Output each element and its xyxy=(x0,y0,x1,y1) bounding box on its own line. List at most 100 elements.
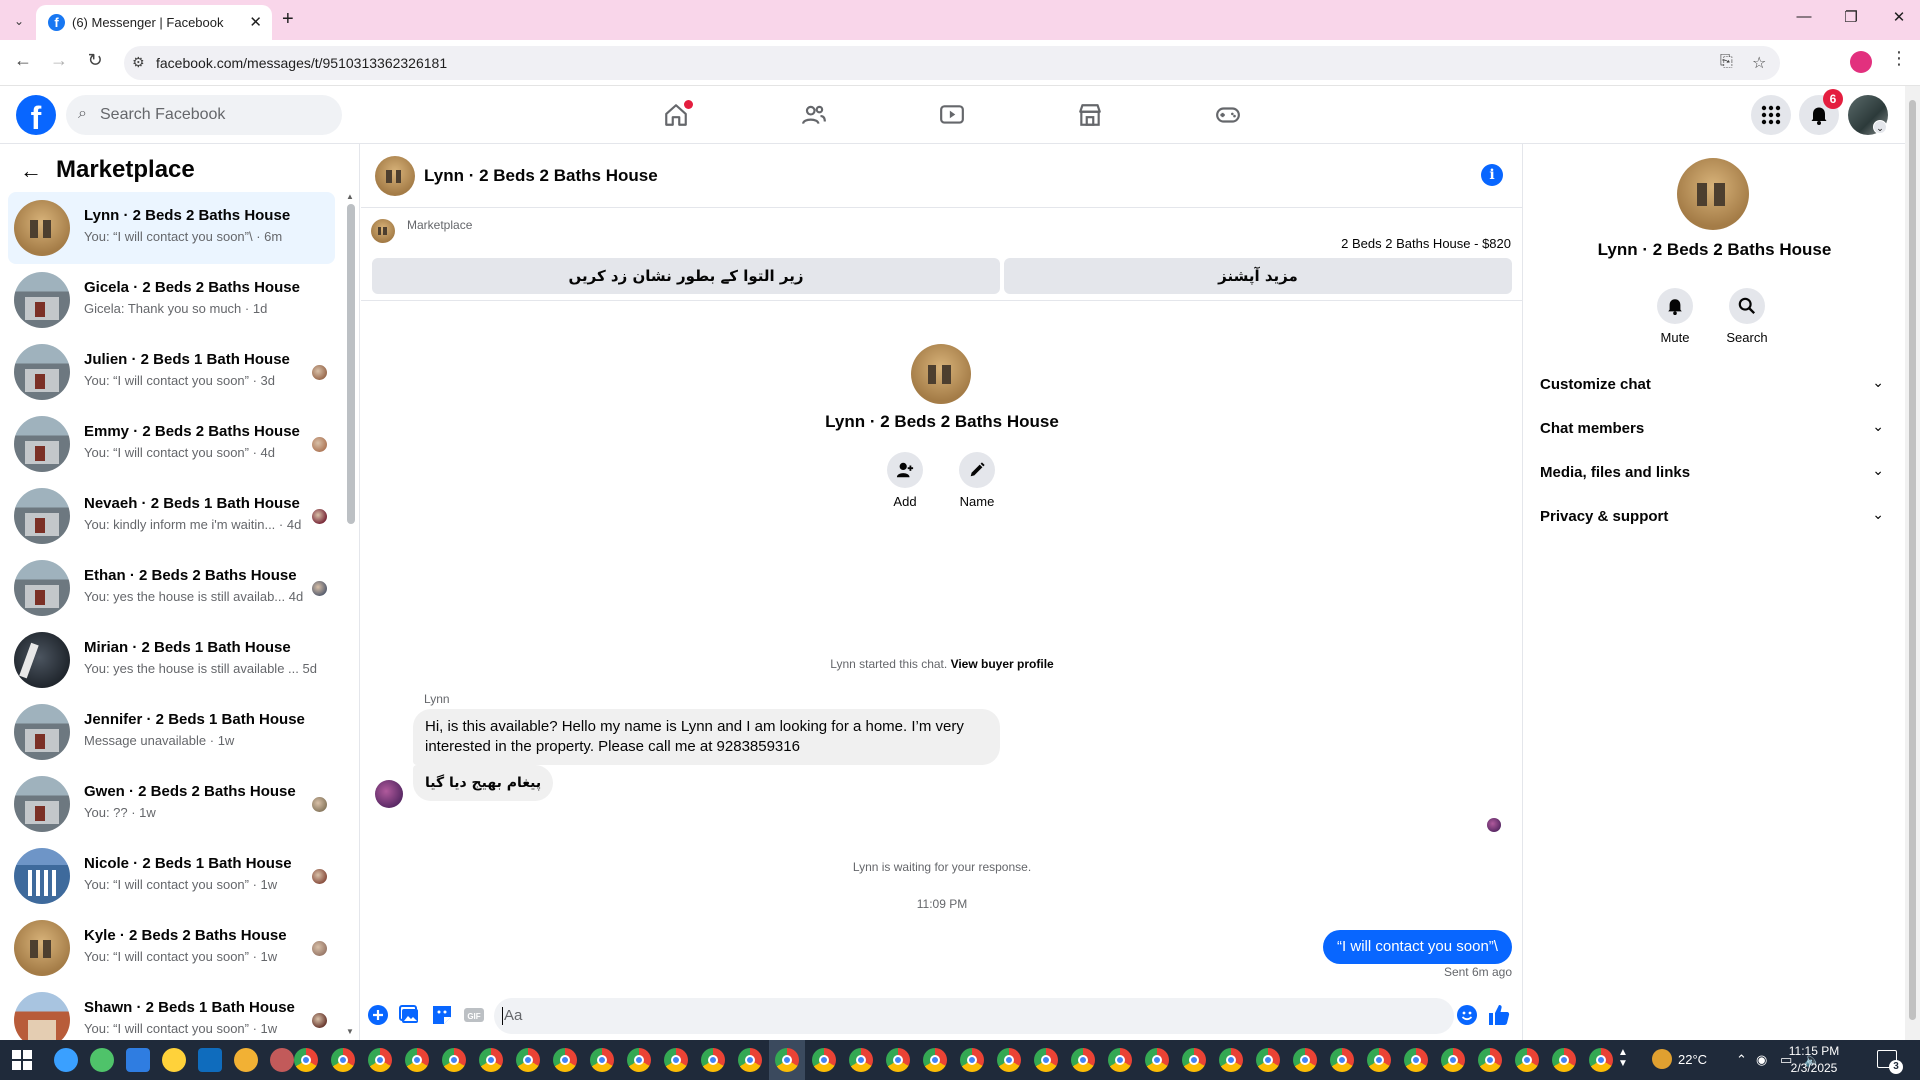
chrome-window-icon[interactable] xyxy=(405,1048,429,1072)
chat-header-avatar[interactable] xyxy=(375,156,415,196)
chrome-window-icon[interactable] xyxy=(1145,1048,1169,1072)
browser-profile-icon[interactable] xyxy=(1850,51,1872,73)
browser-tab-messenger[interactable]: f (6) Messenger | Facebook ✕ xyxy=(36,5,272,40)
conversation-item[interactable]: Kyle · 2 Beds 2 Baths House You: “I will … xyxy=(8,912,335,984)
page-scrollbar[interactable] xyxy=(1905,86,1920,1040)
chrome-window-icon[interactable] xyxy=(775,1048,799,1072)
media-files-links-section[interactable]: Media, files and links ⌄ xyxy=(1540,454,1890,490)
file-explorer-icon[interactable] xyxy=(198,1048,222,1072)
search-in-conversation-button[interactable]: Search xyxy=(1712,288,1782,345)
listing-title-price[interactable]: 2 Beds 2 Baths House - $820 xyxy=(1341,236,1511,251)
minimize-icon[interactable]: — xyxy=(1789,8,1819,25)
tab-search-chevron-icon[interactable]: ⌄ xyxy=(8,10,30,32)
bookmark-star-icon[interactable]: ☆ xyxy=(1752,53,1766,73)
store-icon[interactable] xyxy=(126,1048,150,1072)
conversation-item[interactable]: Julien · 2 Beds 1 Bath House You: “I will… xyxy=(8,336,335,408)
conversation-item[interactable]: Nevaeh · 2 Beds 1 Bath House You: kindly … xyxy=(8,480,335,552)
mark-as-pending-button[interactable]: زیر التوا کے بطور نشان زد کریں xyxy=(372,258,1000,294)
chrome-window-icon[interactable] xyxy=(553,1048,577,1072)
listing-thumbnail[interactable] xyxy=(371,219,395,243)
chrome-window-icon[interactable] xyxy=(664,1048,688,1072)
incoming-message[interactable]: پیغام بھیج دیا گیا xyxy=(413,765,554,801)
chrome-window-icon[interactable] xyxy=(997,1048,1021,1072)
conversation-item[interactable]: Jennifer · 2 Beds 1 Bath House Message un… xyxy=(8,696,335,768)
chrome-window-icon[interactable] xyxy=(1034,1048,1058,1072)
chrome-window-icon[interactable] xyxy=(1589,1048,1613,1072)
facebook-logo-icon[interactable]: f xyxy=(16,95,56,136)
url-text[interactable]: facebook.com/messages/t/9510313362326181 xyxy=(156,55,447,71)
conversation-item[interactable]: Gicela · 2 Beds 2 Baths House Gicela: Tha… xyxy=(8,264,335,336)
chrome-window-icon[interactable] xyxy=(1071,1048,1095,1072)
nav-home-tab[interactable] xyxy=(620,94,732,136)
more-options-button[interactable]: مزید آپشنز xyxy=(1004,258,1512,294)
add-people-button[interactable]: Add xyxy=(875,452,935,509)
chrome-window-icon[interactable] xyxy=(812,1048,836,1072)
chat-header-name[interactable]: Lynn · 2 Beds 2 Baths House xyxy=(424,166,658,186)
name-chat-button[interactable]: Name xyxy=(947,452,1007,509)
chrome-window-icon[interactable] xyxy=(1330,1048,1354,1072)
scroll-thumb[interactable] xyxy=(347,204,355,524)
copilot-icon[interactable] xyxy=(54,1048,78,1072)
chrome-window-icon[interactable] xyxy=(1478,1048,1502,1072)
chrome-window-icon[interactable] xyxy=(923,1048,947,1072)
nav-friends-tab[interactable] xyxy=(758,94,870,136)
chrome-window-icon[interactable] xyxy=(516,1048,540,1072)
snip-icon[interactable] xyxy=(234,1048,258,1072)
chrome-window-icon[interactable] xyxy=(1293,1048,1317,1072)
chrome-window-icon[interactable] xyxy=(960,1048,984,1072)
sticker-icon[interactable] xyxy=(431,1004,453,1026)
install-app-icon[interactable]: ⎘ xyxy=(1720,53,1733,71)
forward-arrow-icon[interactable]: → xyxy=(46,50,72,71)
scroll-down-icon[interactable]: ▼ xyxy=(346,1027,354,1036)
new-tab-icon[interactable]: + xyxy=(282,8,294,31)
conversation-item[interactable]: Lynn · 2 Beds 2 Baths House You: “I will … xyxy=(8,192,335,264)
browser-menu-icon[interactable]: ⋮ xyxy=(1890,48,1908,69)
chrome-window-icon[interactable] xyxy=(849,1048,873,1072)
mute-button[interactable]: Mute xyxy=(1640,288,1710,345)
chrome-window-icon[interactable] xyxy=(1256,1048,1280,1072)
conversation-item[interactable]: Gwen · 2 Beds 2 Baths House You: ?? · 1w xyxy=(8,768,335,840)
chrome-window-icon[interactable] xyxy=(479,1048,503,1072)
conversation-item[interactable]: Shawn · 2 Beds 1 Bath House You: “I will … xyxy=(8,984,335,1040)
conversation-item[interactable]: Emmy · 2 Beds 2 Baths House You: “I will … xyxy=(8,408,335,480)
nav-marketplace-tab[interactable] xyxy=(1034,94,1146,136)
page-scroll-thumb[interactable] xyxy=(1909,100,1916,1020)
chrome-window-icon[interactable] xyxy=(1404,1048,1428,1072)
details-avatar[interactable] xyxy=(1677,158,1749,230)
chrome-window-icon[interactable] xyxy=(1182,1048,1206,1072)
sender-avatar[interactable] xyxy=(375,780,403,808)
chrome-window-icon[interactable] xyxy=(1219,1048,1243,1072)
scroll-up-icon[interactable]: ▲ xyxy=(346,192,354,201)
nav-video-tab[interactable] xyxy=(896,94,1008,136)
chrome-window-icon[interactable] xyxy=(627,1048,651,1072)
close-window-icon[interactable]: ✕ xyxy=(1884,8,1914,26)
chrome-window-icon[interactable] xyxy=(1552,1048,1576,1072)
chrome-window-icon[interactable] xyxy=(590,1048,614,1072)
like-thumb-icon[interactable] xyxy=(1487,1003,1510,1025)
account-chevron-icon[interactable]: ⌄ xyxy=(1873,120,1887,134)
chrome-window-icon[interactable] xyxy=(1515,1048,1539,1072)
chrome-window-icon[interactable] xyxy=(738,1048,762,1072)
outlook-icon[interactable] xyxy=(162,1048,186,1072)
customize-chat-section[interactable]: Customize chat ⌄ xyxy=(1540,366,1890,402)
info-icon[interactable]: i xyxy=(1481,164,1503,186)
incoming-message[interactable]: Hi, is this available? Hello my name is … xyxy=(413,709,1000,765)
message-input[interactable]: Aa xyxy=(494,998,1477,1034)
chrome-window-icon[interactable] xyxy=(701,1048,725,1072)
chrome-window-icon[interactable] xyxy=(442,1048,466,1072)
tab-close-icon[interactable]: ✕ xyxy=(249,13,262,31)
chrome-window-icon[interactable] xyxy=(1441,1048,1465,1072)
reload-icon[interactable]: ↻ xyxy=(82,50,108,71)
address-bar[interactable]: ⚙ facebook.com/messages/t/95103133623261… xyxy=(124,46,1780,80)
chrome-window-icon[interactable] xyxy=(331,1048,355,1072)
outgoing-message[interactable]: “I will contact you soon”\ xyxy=(1323,930,1512,964)
camera-icon[interactable]: ◉ xyxy=(1756,1052,1767,1068)
facebook-search-input[interactable]: ⌕ Search Facebook xyxy=(66,95,342,135)
back-arrow-icon[interactable]: ← xyxy=(20,158,42,184)
nav-gaming-tab[interactable] xyxy=(1172,94,1284,136)
site-info-icon[interactable]: ⚙ xyxy=(132,54,145,71)
app-icon[interactable] xyxy=(270,1048,294,1072)
taskbar-clock[interactable]: 11:15 PM 2/3/2025 xyxy=(1774,1043,1854,1077)
chat-members-section[interactable]: Chat members ⌄ xyxy=(1540,410,1890,446)
restore-icon[interactable]: ❐ xyxy=(1836,8,1866,26)
